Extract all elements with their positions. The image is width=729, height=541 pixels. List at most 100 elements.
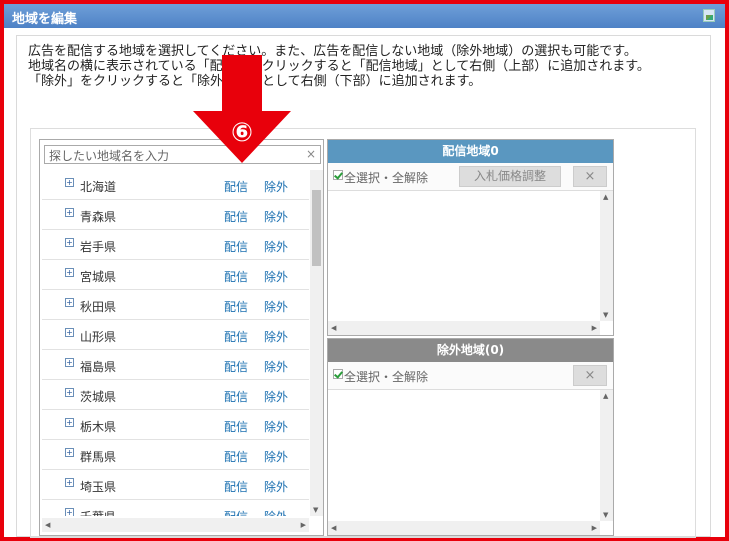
deliver-link[interactable]: 配信	[224, 298, 248, 315]
exclude-link[interactable]: 除外	[264, 448, 288, 465]
select-all-label[interactable]: 全選択・全解除	[344, 368, 428, 385]
excluded-toolbar: 全選択・全解除 ×	[328, 362, 613, 390]
broken-image-icon[interactable]	[703, 9, 715, 22]
remove-delivery-button[interactable]: ×	[573, 166, 607, 187]
region-name: 岩手県	[80, 240, 117, 254]
deliver-link[interactable]: 配信	[224, 328, 248, 345]
expand-icon[interactable]: +	[65, 478, 74, 487]
region-row: + 岩手県 配信 除外	[42, 230, 309, 260]
deliver-link[interactable]: 配信	[224, 178, 248, 195]
region-name: 山形県	[80, 330, 117, 344]
region-name: 千葉県	[80, 508, 116, 516]
scroll-left-icon[interactable]: ◀	[45, 521, 50, 529]
region-row: + 福島県 配信 除外	[42, 350, 309, 380]
expand-icon[interactable]: +	[65, 328, 74, 337]
scroll-down-icon[interactable]: ▼	[603, 511, 608, 519]
delivery-toolbar: 全選択・全解除 入札価格調整 ×	[328, 163, 613, 191]
select-all-checkbox[interactable]	[333, 369, 343, 379]
search-placeholder: 探したい地域名を入力	[49, 149, 170, 163]
region-list-panel: 探したい地域名を入力 × + 北海道 配信 除外 + 青森県 配信 除外 + 岩手県 配信 除外 + 宮城…	[39, 139, 324, 536]
region-name: 福島県	[80, 360, 117, 374]
exclude-link[interactable]: 除外	[264, 478, 288, 495]
expand-icon[interactable]: +	[65, 388, 74, 397]
scroll-up-icon[interactable]: ▲	[603, 392, 608, 400]
excluded-vscrollbar[interactable]: ▲ ▼	[600, 390, 613, 521]
scroll-right-icon[interactable]: ▶	[301, 521, 306, 529]
region-name: 栃木県	[80, 420, 117, 434]
exclude-link[interactable]: 除外	[264, 178, 288, 195]
deliver-link[interactable]: 配信	[224, 448, 248, 465]
expand-icon[interactable]: +	[65, 298, 74, 307]
excluded-region-panel: 除外地域(0) 全選択・全解除 × ▲ ▼ ◀ ▶	[327, 338, 614, 536]
exclude-link[interactable]: 除外	[264, 358, 288, 375]
scroll-down-icon[interactable]: ▼	[313, 506, 318, 514]
select-all-checkbox[interactable]	[333, 170, 343, 180]
scroll-thumb[interactable]	[312, 190, 321, 266]
region-row: + 群馬県 配信 除外	[42, 440, 309, 470]
instruction-line: 広告を配信する地域を選択してください。また、広告を配信しない地域（除外地域）の選…	[28, 44, 637, 59]
remove-excluded-button[interactable]: ×	[573, 365, 607, 386]
deliver-link[interactable]: 配信	[224, 238, 248, 255]
deliver-link[interactable]: 配信	[224, 418, 248, 435]
select-all-label[interactable]: 全選択・全解除	[344, 169, 428, 186]
excluded-hscrollbar[interactable]: ◀ ▶	[328, 521, 600, 535]
region-row: + 千葉県 配信 除外	[42, 500, 309, 516]
expand-icon[interactable]: +	[65, 418, 74, 427]
region-name: 宮城県	[80, 270, 117, 284]
region-row: + 埼玉県 配信 除外	[42, 470, 309, 500]
region-row: + 秋田県 配信 除外	[42, 290, 309, 320]
bid-adjust-button[interactable]: 入札価格調整	[459, 166, 561, 187]
scroll-left-icon[interactable]: ◀	[331, 524, 336, 532]
region-row: + 宮城県 配信 除外	[42, 260, 309, 290]
clear-search-icon[interactable]: ×	[306, 147, 316, 161]
exclude-link[interactable]: 除外	[264, 328, 288, 345]
region-list-scrollbar[interactable]: ▼	[310, 170, 323, 516]
region-name: 埼玉県	[80, 480, 117, 494]
exclude-link[interactable]: 除外	[264, 238, 288, 255]
exclude-link[interactable]: 除外	[264, 388, 288, 405]
delivery-hscrollbar[interactable]: ◀ ▶	[328, 321, 600, 335]
region-row: + 茨城県 配信 除外	[42, 380, 309, 410]
region-row: + 栃木県 配信 除外	[42, 410, 309, 440]
region-name: 青森県	[80, 210, 117, 224]
deliver-link[interactable]: 配信	[224, 268, 248, 285]
exclude-link[interactable]: 除外	[264, 418, 288, 435]
region-row: + 青森県 配信 除外	[42, 200, 309, 230]
deliver-link[interactable]: 配信	[224, 388, 248, 405]
excluded-panel-title: 除外地域(0)	[328, 339, 613, 362]
excluded-region-list: ▲ ▼ ◀ ▶	[328, 390, 613, 535]
dialog-title-bar: 地域を編集	[4, 4, 725, 28]
scroll-right-icon[interactable]: ▶	[592, 524, 597, 532]
delivery-region-list: ▲ ▼ ◀ ▶	[328, 191, 613, 335]
exclude-link[interactable]: 除外	[264, 508, 288, 516]
delivery-panel-title: 配信地域0	[328, 140, 613, 163]
delivery-region-panel: 配信地域0 全選択・全解除 入札価格調整 × ▲ ▼ ◀ ▶	[327, 139, 614, 336]
deliver-link[interactable]: 配信	[224, 208, 248, 225]
expand-icon[interactable]: +	[65, 178, 74, 187]
expand-icon[interactable]: +	[65, 448, 74, 457]
dialog-title: 地域を編集	[12, 12, 78, 27]
region-name: 群馬県	[80, 450, 117, 464]
delivery-vscrollbar[interactable]: ▲ ▼	[600, 191, 613, 321]
expand-icon[interactable]: +	[65, 208, 74, 217]
deliver-link[interactable]: 配信	[224, 478, 248, 495]
expand-icon[interactable]: +	[65, 358, 74, 367]
deliver-link[interactable]: 配信	[224, 508, 248, 516]
expand-icon[interactable]: +	[65, 508, 74, 516]
expand-icon[interactable]: +	[65, 268, 74, 277]
exclude-link[interactable]: 除外	[264, 298, 288, 315]
region-list-hscrollbar[interactable]: ◀ ▶	[42, 518, 309, 532]
exclude-link[interactable]: 除外	[264, 208, 288, 225]
exclude-link[interactable]: 除外	[264, 268, 288, 285]
region-row: + 山形県 配信 除外	[42, 320, 309, 350]
instruction-line: 地域名の横に表示されている「配信」をクリックすると「配信地域」として右側（上部）…	[28, 59, 650, 74]
instructions: 広告を配信する地域を選択してください。また、広告を配信しない地域（除外地域）の選…	[28, 44, 700, 89]
expand-icon[interactable]: +	[65, 238, 74, 247]
scroll-down-icon[interactable]: ▼	[603, 311, 608, 319]
scroll-left-icon[interactable]: ◀	[331, 324, 336, 332]
deliver-link[interactable]: 配信	[224, 358, 248, 375]
scroll-right-icon[interactable]: ▶	[592, 324, 597, 332]
region-name: 北海道	[80, 180, 117, 194]
scroll-up-icon[interactable]: ▲	[603, 193, 608, 201]
region-list: + 北海道 配信 除外 + 青森県 配信 除外 + 岩手県 配信 除外 + 宮城県 配信 除外 + 秋田県 配信 除外…	[42, 170, 309, 516]
